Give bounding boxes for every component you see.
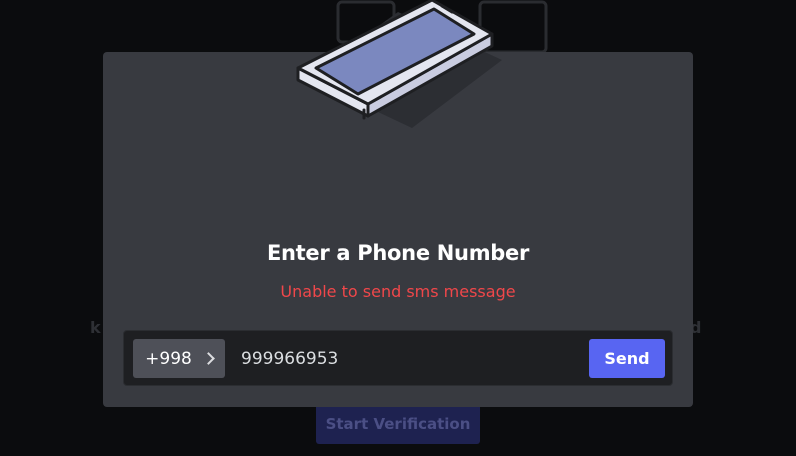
modal-title: Enter a Phone Number [266,241,530,265]
send-button[interactable]: Send [589,339,665,378]
country-code-label: +998 [145,348,192,369]
background-text-left: k [90,318,101,337]
phone-number-input[interactable] [241,339,581,378]
error-message: Unable to send sms message [280,282,516,301]
start-verification-button[interactable]: Start Verification [316,404,480,444]
chevron-right-icon [201,352,215,365]
phone-input-row: +998 Send [123,330,673,386]
phone-illustration-icon [296,0,502,128]
country-code-selector[interactable]: +998 [133,339,225,378]
